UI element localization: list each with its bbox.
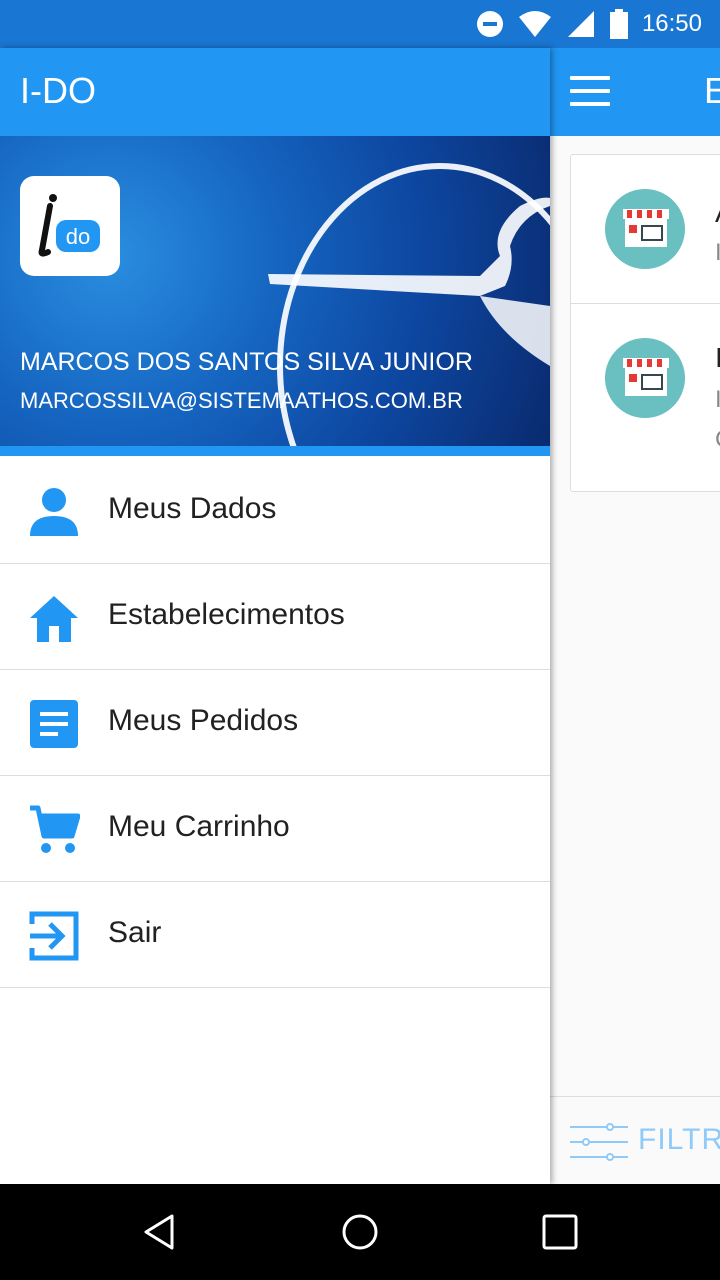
home-nav-icon[interactable]	[340, 1212, 380, 1252]
signal-icon	[567, 11, 594, 37]
filter-sliders-icon	[570, 1123, 628, 1161]
wifi-icon	[518, 11, 551, 37]
app-logo: do	[20, 176, 120, 276]
establishment-extra: C	[715, 426, 720, 454]
exit-icon	[29, 911, 79, 961]
establishment-subtitle: I	[715, 386, 720, 413]
menu-item-meus-dados[interactable]: Meus Dados	[0, 458, 550, 564]
background-content: A I I I C	[550, 136, 720, 1096]
establishment-list-card: A I I I C	[570, 154, 720, 492]
battery-icon	[609, 9, 628, 39]
establishment-item[interactable]: A I	[571, 155, 720, 303]
menu-item-label: Meus Dados	[108, 492, 277, 525]
menu-item-label: Estabelecimentos	[108, 598, 345, 631]
svg-text:do: do	[66, 224, 90, 249]
store-icon	[605, 338, 685, 418]
document-icon	[30, 700, 78, 748]
back-icon[interactable]	[140, 1212, 180, 1252]
menu-item-label: Sair	[108, 916, 162, 949]
dnd-icon	[476, 11, 503, 37]
menu-item-meus-pedidos[interactable]: Meus Pedidos	[0, 670, 550, 776]
header-divider	[0, 446, 550, 456]
recents-icon[interactable]	[540, 1212, 580, 1252]
user-email: MARCOSSILVA@SISTEMAATHOS.COM.BR	[20, 388, 463, 413]
navigation-drawer: I-DO do MARCOS DOS SANTOS SILVA JUNIOR M…	[0, 48, 550, 1184]
establishment-item[interactable]: I I C	[571, 303, 720, 490]
menu-item-sair[interactable]: Sair	[0, 882, 550, 988]
drawer-header: do MARCOS DOS SANTOS SILVA JUNIOR MARCOS…	[0, 136, 550, 446]
menu-item-label: Meu Carrinho	[108, 810, 290, 843]
person-icon	[30, 488, 78, 536]
system-nav-bar	[0, 1184, 720, 1280]
establishment-subtitle: I	[715, 239, 720, 266]
drawer-menu: Meus Dados Estabelecimentos Meus Pedidos…	[0, 458, 550, 988]
drawer-toolbar: I-DO	[0, 48, 550, 136]
background-title: E	[704, 70, 720, 111]
status-time: 16:50	[641, 10, 702, 37]
establishment-name: A	[715, 197, 720, 229]
establishment-name: I	[715, 342, 720, 373]
app-title: I-DO	[20, 70, 96, 111]
home-icon	[30, 596, 78, 642]
hamburger-menu-icon[interactable]	[570, 76, 610, 106]
cart-icon	[30, 805, 80, 853]
status-bar: 16:50	[0, 0, 720, 48]
menu-item-label: Meus Pedidos	[108, 704, 299, 737]
filter-button[interactable]: FILTR	[550, 1096, 720, 1185]
store-icon	[605, 189, 685, 269]
menu-item-meu-carrinho[interactable]: Meu Carrinho	[0, 776, 550, 882]
user-name: MARCOS DOS SANTOS SILVA JUNIOR	[20, 348, 473, 376]
filter-label: FILTR	[638, 1123, 720, 1156]
background-app-bar: E	[550, 48, 720, 136]
menu-item-estabelecimentos[interactable]: Estabelecimentos	[0, 564, 550, 670]
